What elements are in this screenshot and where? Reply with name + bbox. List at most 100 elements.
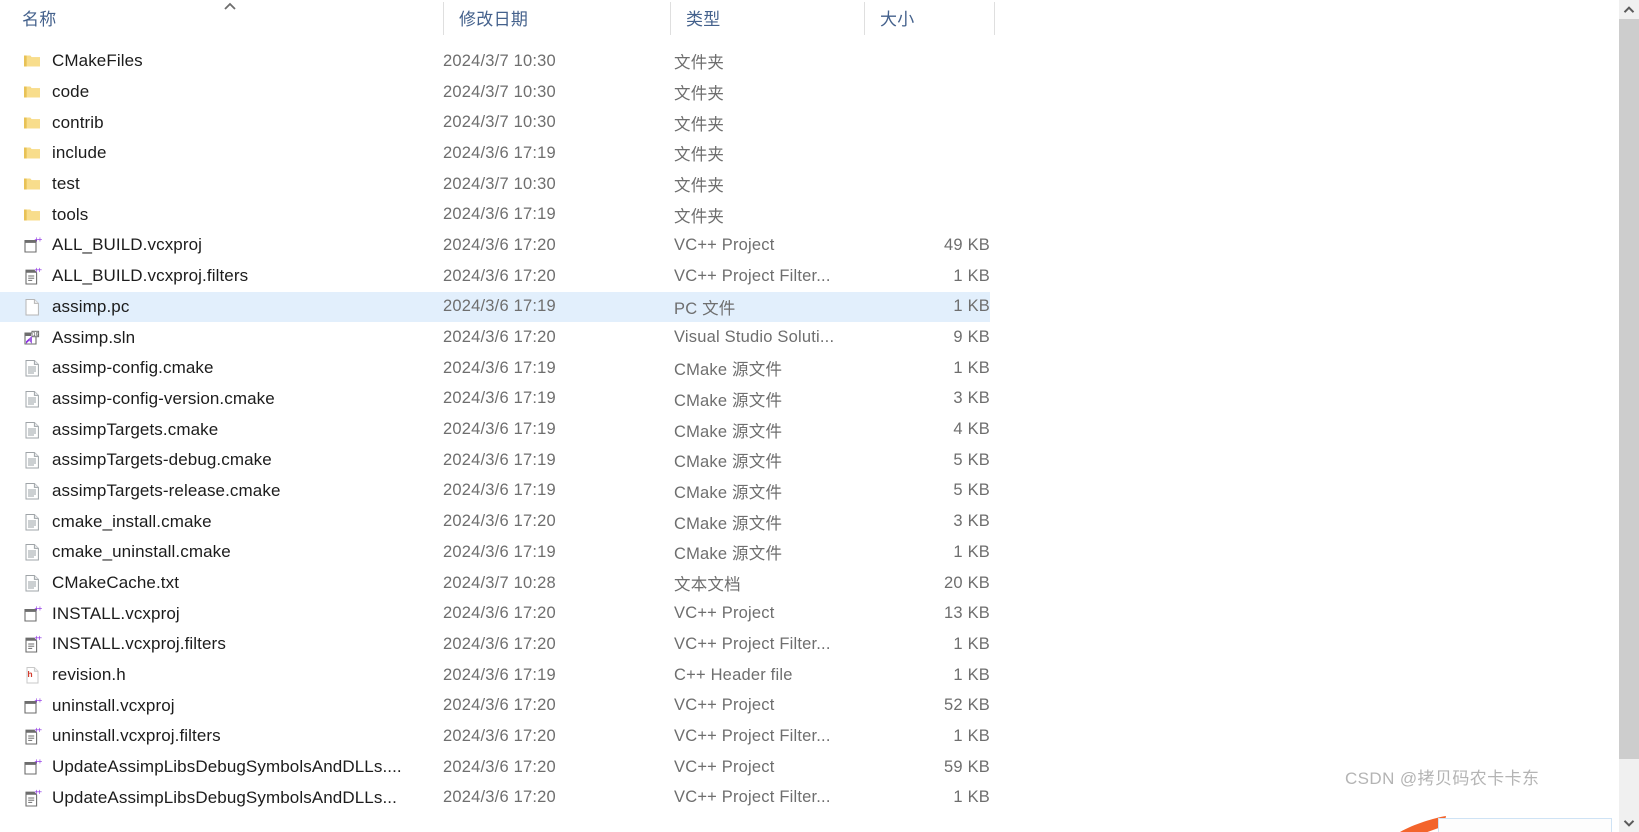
table-row[interactable]: test 2024/3/7 10:30 文件夹	[0, 169, 990, 200]
cell-size: 1 KB	[953, 634, 990, 653]
column-divider-2[interactable]	[670, 2, 671, 35]
cell-name[interactable]: + + uninstall.vcxproj	[22, 690, 175, 721]
table-row[interactable]: + + ALL_BUILD.vcxproj.filters 2024/3/6 17:2…	[0, 261, 990, 292]
cell-type: VC++ Project	[674, 235, 775, 254]
cell-name[interactable]: cmake_install.cmake	[22, 506, 212, 537]
folder-icon	[22, 51, 42, 71]
cell-name[interactable]: cmake_uninstall.cmake	[22, 537, 231, 568]
table-row[interactable]: cmake_uninstall.cmake 2024/3/6 17:19 CMake…	[0, 537, 990, 568]
file-name-label: uninstall.vcxproj	[52, 695, 175, 715]
cell-size	[860, 107, 990, 138]
table-row[interactable]: CMakeCache.txt 2024/3/7 10:28 文本文档 20 KB	[0, 568, 990, 599]
cell-name[interactable]: + + uninstall.vcxproj.filters	[22, 721, 221, 752]
file-name-label: UpdateAssimpLibsDebugSymbolsAndDLLs...	[52, 787, 397, 807]
table-row[interactable]: + + ALL_BUILD.vcxproj 2024/3/6 17:20 VC++ Pr…	[0, 230, 990, 261]
table-row[interactable]: CMakeFiles 2024/3/7 10:30 文件夹	[0, 46, 990, 77]
column-header-name[interactable]: 名称	[22, 0, 57, 35]
visual-studio-solution-icon: 16	[22, 328, 42, 348]
cell-date-modified: 2024/3/6 17:20	[443, 726, 556, 745]
cell-name[interactable]: test	[22, 169, 80, 200]
file-name-label: uninstall.vcxproj.filters	[52, 726, 221, 746]
header-file-icon: h	[22, 665, 42, 685]
cell-date-modified: 2024/3/6 17:19	[443, 542, 556, 561]
table-row[interactable]: h revision.h 2024/3/6 17:19 C++ Header file…	[0, 660, 990, 691]
cell-name[interactable]: contrib	[22, 107, 104, 138]
cell-size	[860, 138, 990, 169]
cell-name[interactable]: code	[22, 77, 89, 108]
cell-name[interactable]: + + UpdateAssimpLibsDebugSymbolsAndDLLs...	[22, 783, 397, 814]
file-name-label: assimpTargets.cmake	[52, 419, 219, 439]
cell-name[interactable]: assimp-config.cmake	[22, 353, 214, 384]
cell-date-modified: 2024/3/7 10:28	[443, 573, 556, 592]
svg-text:+: +	[38, 236, 42, 245]
cell-name[interactable]: + + ALL_BUILD.vcxproj.filters	[22, 261, 248, 292]
table-row[interactable]: assimpTargets-release.cmake 2024/3/6 17:1…	[0, 476, 990, 507]
cell-size: 5 KB	[953, 481, 990, 500]
cell-size: 1 KB	[953, 297, 990, 316]
file-name-label: INSTALL.vcxproj.filters	[52, 634, 226, 654]
cell-date-modified: 2024/3/7 10:30	[443, 174, 556, 193]
svg-text:+: +	[37, 266, 42, 274]
cell-name[interactable]: assimp-config-version.cmake	[22, 384, 275, 415]
table-row[interactable]: + + UpdateAssimpLibsDebugSymbolsAndDLLs...…	[0, 783, 990, 814]
table-row[interactable]: + + uninstall.vcxproj 2024/3/6 17:20 VC++ Pr…	[0, 690, 990, 721]
table-row[interactable]: tools 2024/3/6 17:19 文件夹	[0, 199, 990, 230]
column-header-bar: 名称 修改日期 类型 大小	[0, 0, 1612, 35]
cell-name[interactable]: CMakeFiles	[22, 46, 143, 77]
cell-name[interactable]: assimpTargets.cmake	[22, 414, 218, 445]
cell-name[interactable]: + + INSTALL.vcxproj	[22, 598, 180, 629]
vcxproj-icon: + +	[22, 235, 42, 255]
svg-text:+: +	[38, 604, 42, 613]
cell-type: CMake 源文件	[674, 361, 783, 380]
file-name-label: code	[52, 82, 90, 102]
cell-size: 52 KB	[944, 696, 990, 715]
svg-text:+: +	[37, 788, 42, 796]
cell-name[interactable]: tools	[22, 199, 88, 230]
cell-name[interactable]: 16 Assimp.sln	[22, 322, 135, 353]
table-row[interactable]: 16 Assimp.sln 2024/3/6 17:20 Visual Studio …	[0, 322, 990, 353]
cell-size: 1 KB	[953, 358, 990, 377]
cell-name[interactable]: CMakeCache.txt	[22, 568, 179, 599]
column-header-type[interactable]: 类型	[686, 0, 721, 35]
table-row[interactable]: contrib 2024/3/7 10:30 文件夹	[0, 107, 990, 138]
table-row[interactable]: + + INSTALL.vcxproj.filters 2024/3/6 17:20 V…	[0, 629, 990, 660]
scrollbar-thumb[interactable]	[1619, 19, 1639, 759]
table-row[interactable]: assimp-config-version.cmake 2024/3/6 17:1…	[0, 384, 990, 415]
cell-name[interactable]: + + UpdateAssimpLibsDebugSymbolsAndDLLs...…	[22, 752, 402, 783]
column-divider-1[interactable]	[443, 2, 444, 35]
table-row[interactable]: + + UpdateAssimpLibsDebugSymbolsAndDLLs...…	[0, 752, 990, 783]
cell-name[interactable]: include	[22, 138, 107, 169]
csdn-watermark: CSDN @拷贝码农卡卡东	[1345, 769, 1540, 788]
cell-size: 4 KB	[953, 420, 990, 439]
table-row[interactable]: cmake_install.cmake 2024/3/6 17:20 CMake 源…	[0, 506, 990, 537]
cell-size: 1 KB	[953, 266, 990, 285]
table-row[interactable]: assimpTargets-debug.cmake 2024/3/6 17:19 C…	[0, 445, 990, 476]
column-divider-4[interactable]	[994, 2, 995, 35]
table-row[interactable]: include 2024/3/6 17:19 文件夹	[0, 138, 990, 169]
table-row[interactable]: assimp.pc 2024/3/6 17:19 PC 文件 1 KB	[0, 291, 990, 323]
svg-text:+: +	[37, 726, 42, 734]
column-header-size[interactable]: 大小	[880, 0, 915, 35]
cell-name[interactable]: h revision.h	[22, 660, 126, 691]
vertical-scrollbar[interactable]	[1612, 0, 1639, 832]
table-row[interactable]: assimp-config.cmake 2024/3/6 17:19 CMake 源…	[0, 353, 990, 384]
cell-name[interactable]: assimp.pc	[22, 292, 129, 323]
vcxproj-filters-icon: + +	[22, 266, 42, 286]
column-header-date[interactable]: 修改日期	[459, 0, 528, 35]
table-row[interactable]: code 2024/3/7 10:30 文件夹	[0, 77, 990, 108]
column-divider-3[interactable]	[864, 2, 865, 35]
cell-date-modified: 2024/3/6 17:20	[443, 696, 556, 715]
scroll-down-button[interactable]	[1619, 813, 1639, 832]
cell-name[interactable]: assimpTargets-release.cmake	[22, 476, 281, 507]
cell-type: CMake 源文件	[674, 422, 783, 441]
cell-name[interactable]: assimpTargets-debug.cmake	[22, 445, 272, 476]
table-row[interactable]: + + INSTALL.vcxproj 2024/3/6 17:20 VC++ Proj…	[0, 598, 990, 629]
table-row[interactable]: + + uninstall.vcxproj.filters 2024/3/6 17:2…	[0, 721, 990, 752]
vcxproj-filters-icon: + +	[22, 788, 42, 808]
cell-date-modified: 2024/3/6 17:20	[443, 604, 556, 623]
svg-text:+: +	[38, 696, 42, 705]
cell-name[interactable]: + + ALL_BUILD.vcxproj	[22, 230, 202, 261]
table-row[interactable]: assimpTargets.cmake 2024/3/6 17:19 CMake 源…	[0, 414, 990, 445]
cell-name[interactable]: + + INSTALL.vcxproj.filters	[22, 629, 226, 660]
scroll-up-button[interactable]	[1619, 0, 1639, 19]
